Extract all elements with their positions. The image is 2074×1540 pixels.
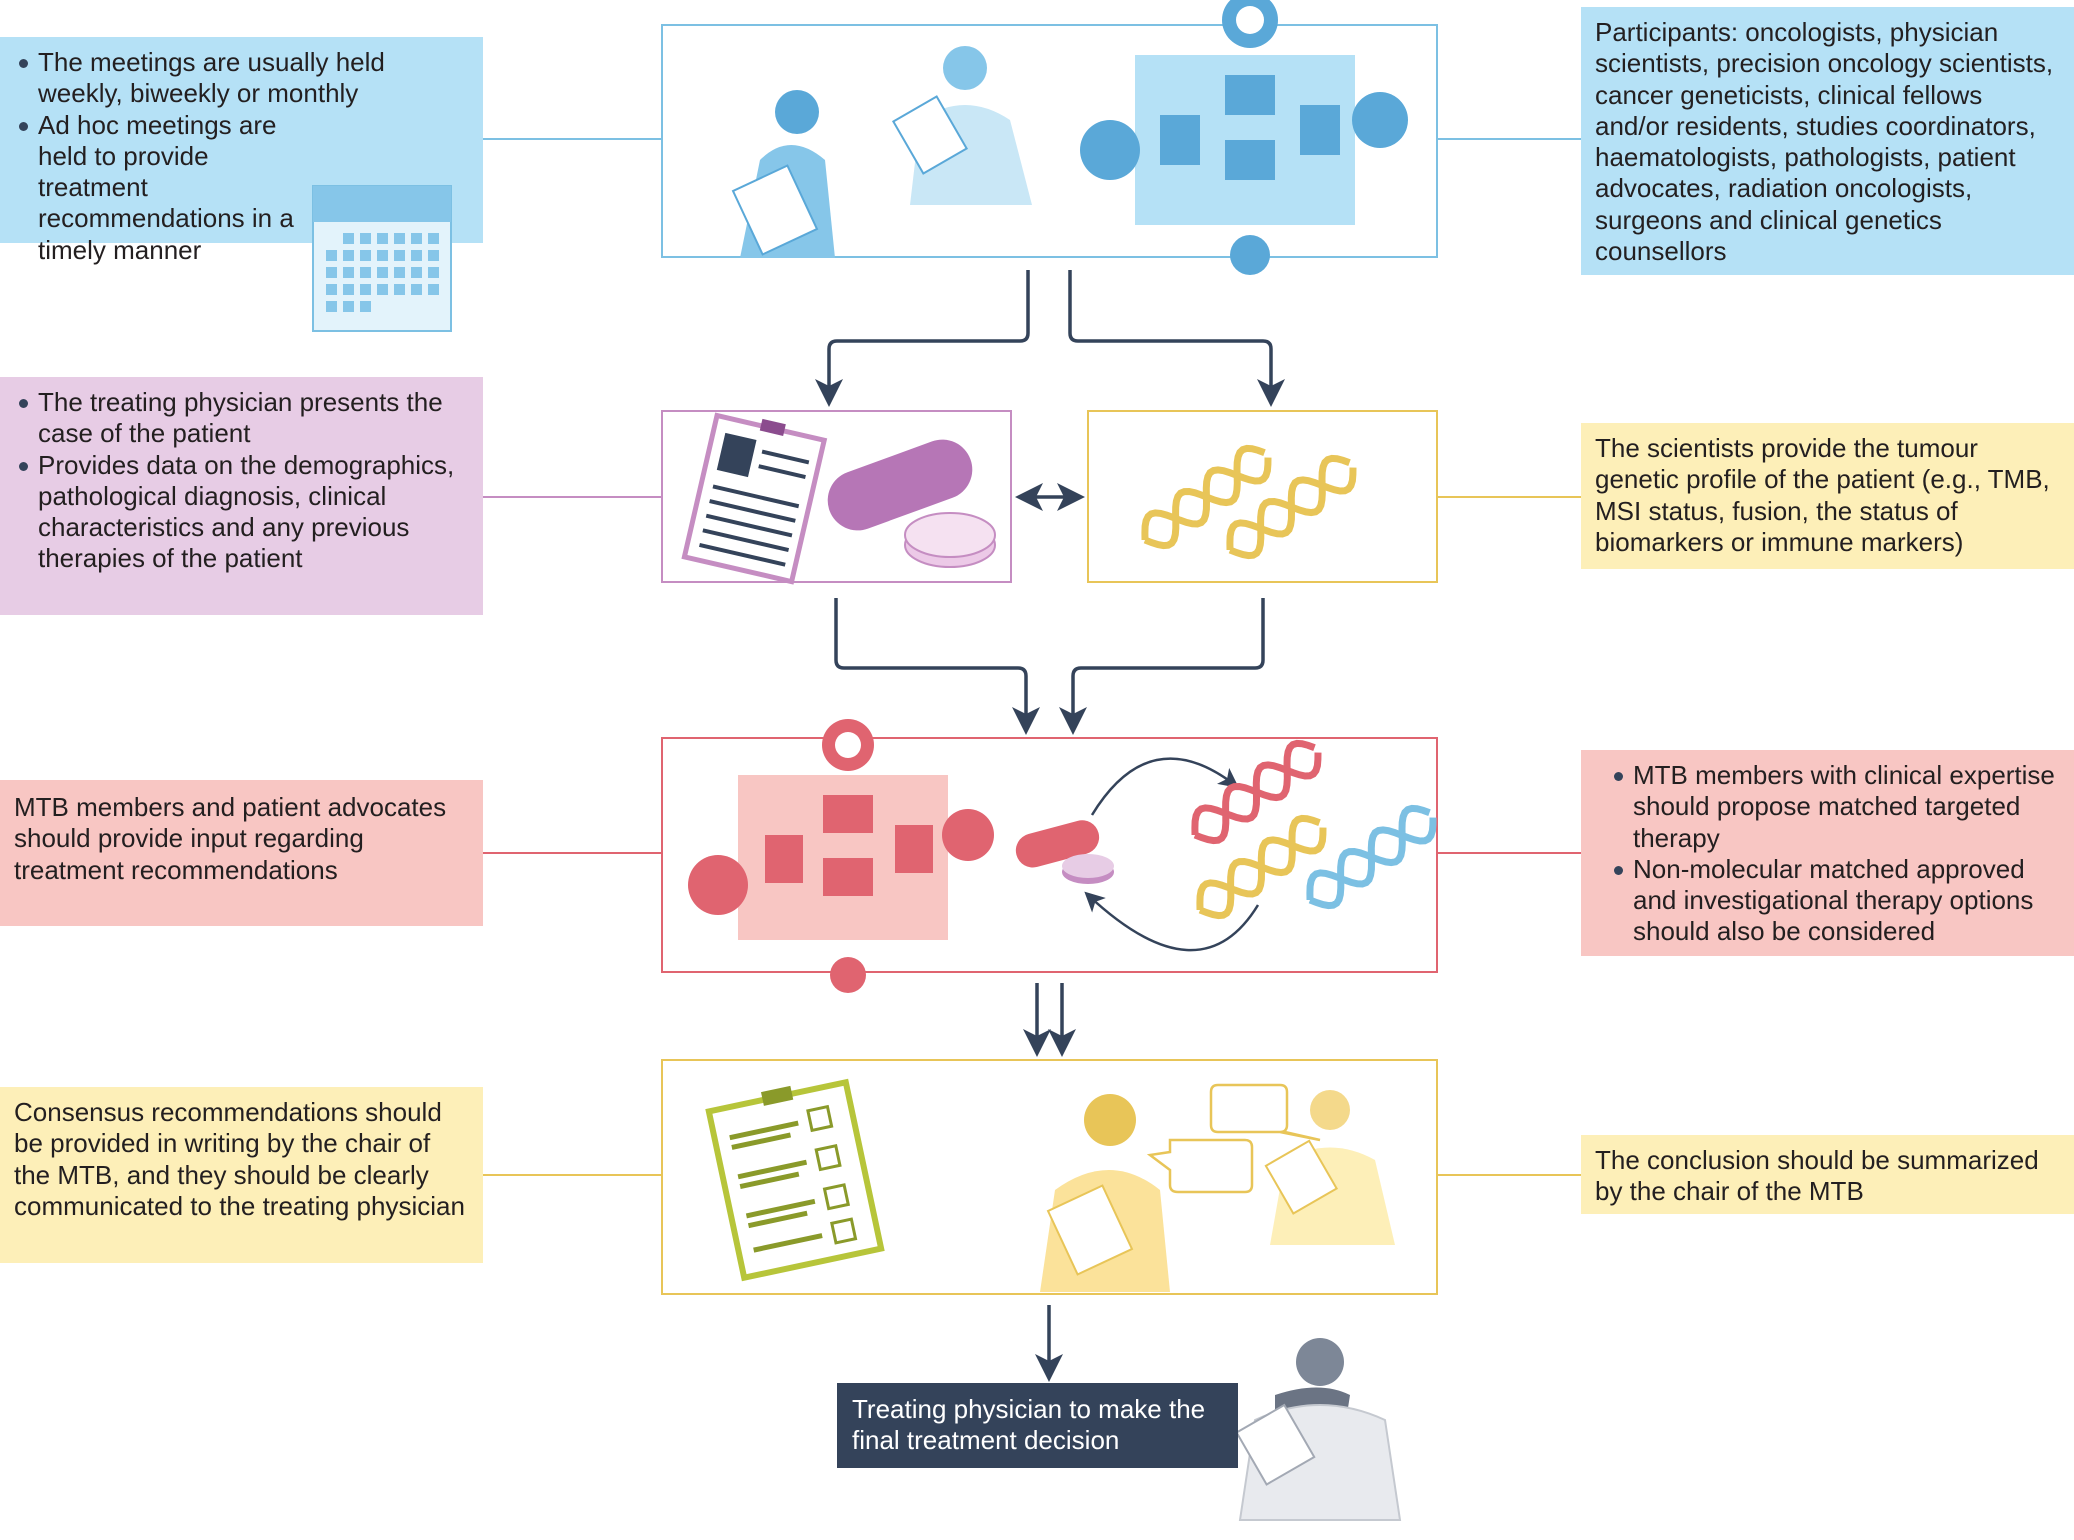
clipboard-icon (705, 1078, 885, 1282)
dna-icon (1191, 739, 1437, 920)
pill-icon (827, 439, 996, 568)
pill-icon (1015, 820, 1114, 884)
illustrations (681, 0, 1437, 1521)
final-decision-text: Treating physician to make the final tre… (852, 1394, 1206, 1455)
final-decision-box: Treating physician to make the final tre… (837, 1383, 1238, 1468)
physician-icon (1235, 1338, 1402, 1521)
doctors-icon (731, 46, 1032, 258)
clipboard-icon (681, 412, 828, 585)
dna-icon (1141, 444, 1357, 560)
meeting-table-icon (1080, 0, 1408, 275)
meeting-table-icon (688, 719, 994, 993)
dna-strand (1306, 817, 1437, 901)
